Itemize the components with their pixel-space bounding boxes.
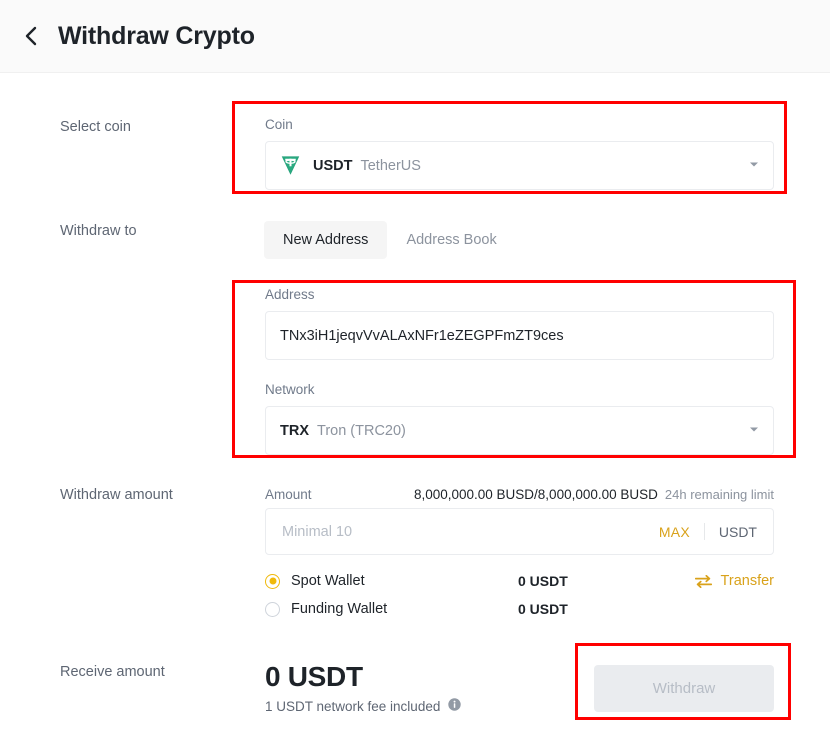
network-symbol: TRX	[280, 422, 309, 439]
address-field-label: Address	[265, 287, 315, 302]
wallet-name: Funding Wallet	[291, 601, 388, 617]
transfer-label: Transfer	[720, 573, 774, 589]
address-field-group: Address TNx3iH1jeqvVvALAxNFr1eZEGPFmZT9c…	[265, 287, 774, 360]
coin-select[interactable]: USDT TetherUS	[265, 141, 774, 190]
amount-limit-value: 8,000,000.00 BUSD/8,000,000.00 BUSD	[413, 487, 658, 502]
network-fee-note: 1 USDT network fee included	[265, 698, 462, 714]
chevron-down-icon	[749, 426, 759, 435]
wallet-name: Spot Wallet	[291, 573, 365, 589]
amount-field-label: Amount	[265, 487, 312, 502]
transfer-link[interactable]: Transfer	[694, 573, 774, 589]
transfer-arrows-icon	[694, 574, 712, 588]
network-name: Tron (TRC20)	[317, 422, 406, 439]
divider	[703, 523, 705, 540]
receive-amount-value: 0 USDT	[265, 661, 363, 692]
receive-amount-row-label: Receive amount	[60, 664, 165, 680]
wallet-option-funding[interactable]: Funding Wallet 0 USDT	[265, 601, 774, 617]
address-input[interactable]: TNx3iH1jeqvVvALAxNFr1eZEGPFmZT9ces	[265, 311, 774, 360]
radio-spot-wallet[interactable]	[265, 573, 280, 589]
wallet-balance: 0 USDT	[518, 573, 568, 589]
withdraw-to-row-label: Withdraw to	[60, 223, 137, 239]
withdraw-crypto-page: Withdraw Crypto Select coin Coin USDT Te…	[0, 0, 830, 729]
network-fee-text: 1 USDT network fee included	[265, 698, 441, 714]
amount-unit: USDT	[718, 523, 757, 540]
address-value: TNx3iH1jeqvVvALAxNFr1eZEGPFmZT9ces	[280, 327, 564, 344]
back-button[interactable]	[13, 19, 47, 53]
chevron-down-icon	[749, 161, 759, 170]
usdt-tether-icon	[281, 156, 300, 175]
radio-funding-wallet[interactable]	[265, 601, 280, 617]
amount-input-wrapper[interactable]: Minimal 10 MAX USDT	[265, 508, 774, 555]
tab-address-book[interactable]: Address Book	[387, 221, 515, 259]
wallet-balance: 0 USDT	[518, 601, 568, 617]
amount-header: Amount 8,000,000.00 BUSD/8,000,000.00 BU…	[265, 487, 774, 502]
page-header: Withdraw Crypto	[0, 0, 830, 73]
coin-field-label: Coin	[265, 117, 293, 132]
tab-new-address[interactable]: New Address	[264, 221, 388, 259]
amount-limit-caption: 24h remaining limit	[664, 487, 774, 502]
chevron-left-icon	[25, 26, 36, 46]
wallet-option-spot[interactable]: Spot Wallet 0 USDT Transfer	[265, 573, 774, 589]
coin-name: TetherUS	[360, 157, 421, 174]
amount-input-placeholder: Minimal 10	[282, 523, 353, 540]
coin-symbol: USDT	[313, 157, 353, 174]
network-field-group: Network TRX Tron (TRC20)	[265, 382, 774, 455]
coin-field-group: Coin USDT TetherUS	[265, 117, 774, 190]
network-field-label: Network	[265, 382, 315, 397]
withdraw-button[interactable]: Withdraw	[594, 665, 774, 712]
page-title: Withdraw Crypto	[58, 21, 255, 50]
info-circle-icon[interactable]	[448, 698, 462, 714]
amount-input-actions: MAX USDT	[659, 523, 757, 540]
withdraw-amount-row-label: Withdraw amount	[60, 487, 173, 503]
network-select[interactable]: TRX Tron (TRC20)	[265, 406, 774, 455]
max-button[interactable]: MAX	[659, 524, 690, 540]
address-tabs: New Address Address Book	[264, 221, 516, 259]
select-coin-row-label: Select coin	[60, 119, 131, 135]
